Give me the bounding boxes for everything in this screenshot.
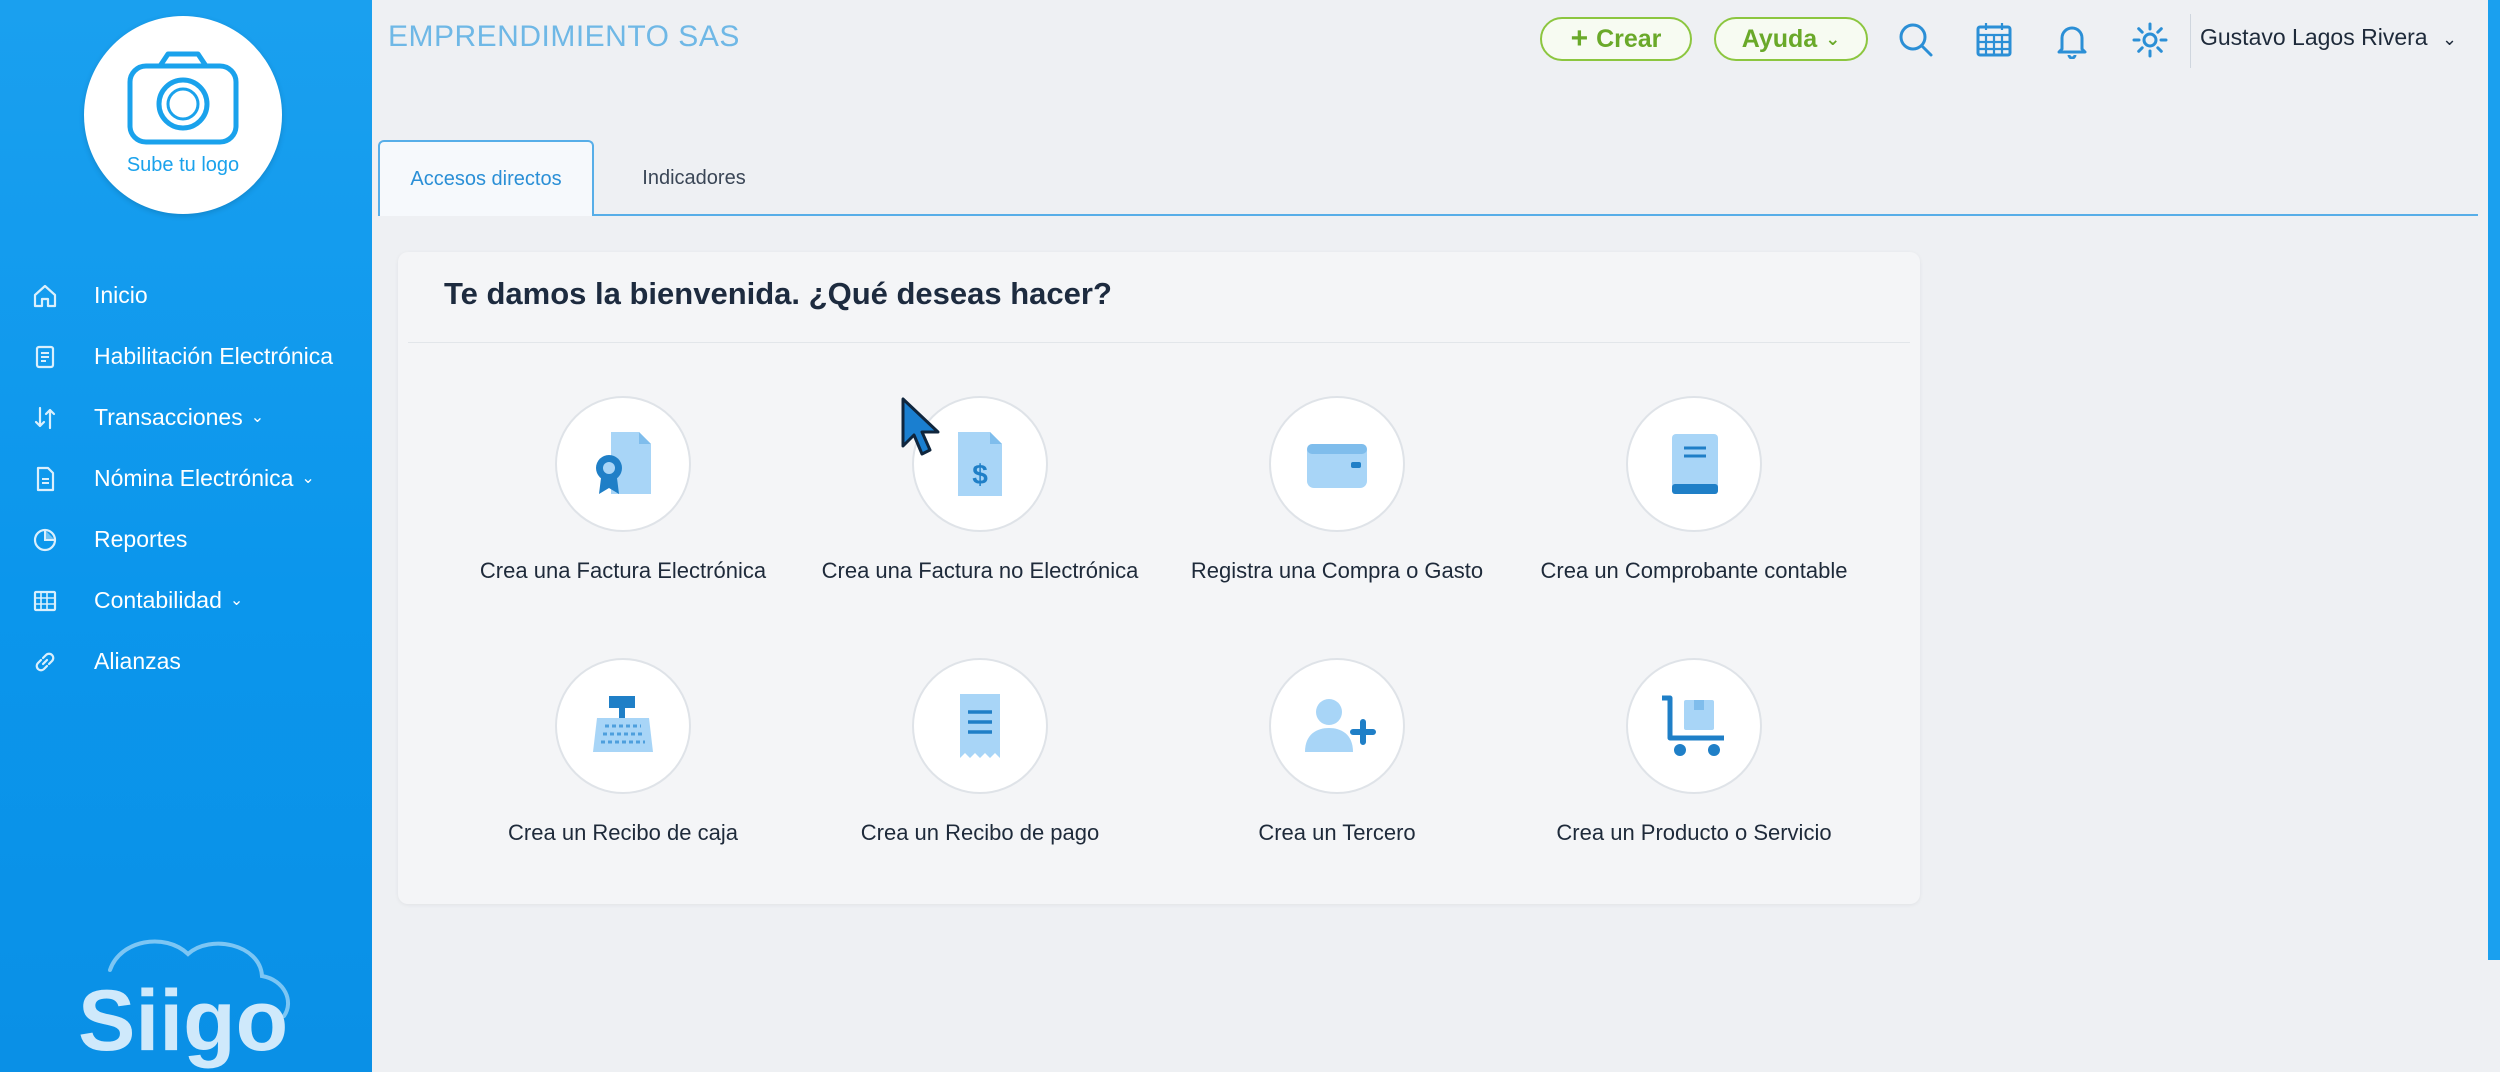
action-payment-receipt[interactable]: Crea un Recibo de pago bbox=[820, 658, 1140, 849]
siigo-logo: Siigo bbox=[70, 930, 300, 1070]
sidebar-item-nomina[interactable]: Nómina Electrónica ⌄ bbox=[0, 448, 372, 509]
sidebar-item-label: Reportes bbox=[94, 526, 188, 552]
accounting-icon bbox=[30, 586, 60, 616]
sidebar-item-label: Inicio bbox=[94, 282, 148, 308]
wallet-icon bbox=[1307, 444, 1367, 488]
action-circle bbox=[1269, 658, 1405, 794]
action-circle bbox=[555, 396, 691, 532]
action-accounting-voucher[interactable]: Crea un Comprobante contable bbox=[1534, 396, 1854, 587]
create-button-label: Crear bbox=[1596, 24, 1662, 53]
logo-upload-text: Sube tu logo bbox=[126, 153, 240, 176]
sidebar: Sube tu logo Inicio Habilitación Electró… bbox=[0, 0, 372, 1072]
bell-icon[interactable] bbox=[2052, 20, 2092, 60]
sidebar-nav: Inicio Habilitación Electrónica Transacc… bbox=[0, 265, 372, 692]
action-third-party[interactable]: Crea un Tercero bbox=[1177, 658, 1497, 849]
sidebar-item-transacciones[interactable]: Transacciones ⌄ bbox=[0, 387, 372, 448]
help-button[interactable]: Ayuda ⌄ bbox=[1714, 17, 1868, 61]
action-circle bbox=[555, 658, 691, 794]
action-circle bbox=[1626, 396, 1762, 532]
scrollbar[interactable] bbox=[2488, 0, 2500, 960]
chevron-down-icon: ⌄ bbox=[2441, 29, 2458, 49]
action-electronic-invoice[interactable]: Crea una Factura Electrónica bbox=[463, 396, 783, 587]
action-label: Crea un Recibo de caja bbox=[508, 820, 738, 845]
payroll-icon bbox=[30, 464, 60, 494]
logo-upload[interactable]: Sube tu logo bbox=[84, 16, 282, 214]
action-circle bbox=[912, 658, 1048, 794]
calendar-icon[interactable] bbox=[1974, 20, 2014, 60]
sidebar-item-label: Transacciones bbox=[94, 404, 243, 430]
action-purchase-expense[interactable]: Registra una Compra o Gasto bbox=[1177, 396, 1497, 587]
user-divider bbox=[2190, 14, 2191, 68]
user-menu[interactable]: Gustavo Lagos Rivera ⌄ bbox=[2200, 24, 2457, 51]
action-circle bbox=[1269, 396, 1405, 532]
accounting-book-icon bbox=[1672, 434, 1718, 494]
action-label: Crea un Comprobante contable bbox=[1540, 558, 1848, 583]
action-label: Crea una Factura Electrónica bbox=[479, 558, 767, 583]
sidebar-item-label: Nómina Electrónica bbox=[94, 465, 294, 491]
sidebar-item-inicio[interactable]: Inicio bbox=[0, 265, 372, 326]
chevron-down-icon: ⌄ bbox=[229, 591, 244, 609]
reports-icon bbox=[30, 525, 60, 555]
chevron-down-icon: ⌄ bbox=[250, 408, 265, 426]
sidebar-item-label: Habilitación Electrónica bbox=[94, 343, 334, 369]
document-icon bbox=[30, 342, 60, 372]
svg-text:$: $ bbox=[972, 459, 988, 490]
sidebar-item-contabilidad[interactable]: Contabilidad ⌄ bbox=[0, 570, 372, 631]
sidebar-item-habilitacion[interactable]: Habilitación Electrónica bbox=[0, 326, 372, 387]
sidebar-item-label: Alianzas bbox=[94, 648, 181, 674]
card-divider bbox=[408, 342, 1910, 343]
sidebar-item-alianzas[interactable]: Alianzas bbox=[0, 631, 372, 692]
search-icon[interactable] bbox=[1896, 20, 1936, 60]
company-name[interactable]: EMPRENDIMIENTO SAS bbox=[388, 20, 740, 54]
add-person-icon bbox=[1305, 699, 1376, 752]
tab-accesos-directos[interactable]: Accesos directos bbox=[378, 140, 594, 216]
user-name: Gustavo Lagos Rivera bbox=[2200, 24, 2428, 50]
electronic-invoice-icon bbox=[596, 432, 651, 494]
action-label: Registra una Compra o Gasto bbox=[1190, 558, 1484, 583]
sidebar-item-reportes[interactable]: Reportes bbox=[0, 509, 372, 570]
welcome-title: Te damos la bienvenida. ¿Qué deseas hace… bbox=[444, 276, 1112, 311]
create-button[interactable]: + Crear bbox=[1540, 17, 1692, 61]
action-non-electronic-invoice[interactable]: $ Crea una Factura no Electrónica bbox=[820, 396, 1140, 587]
receipt-icon bbox=[960, 694, 1000, 758]
plus-icon: + bbox=[1570, 22, 1589, 55]
action-product-service[interactable]: Crea un Producto o Servicio bbox=[1534, 658, 1854, 849]
mouse-cursor-icon bbox=[901, 397, 940, 456]
product-cart-icon bbox=[1662, 695, 1724, 756]
action-label: Crea un Tercero bbox=[1258, 820, 1416, 845]
action-label: Crea un Recibo de pago bbox=[860, 820, 1100, 845]
action-label: Crea una Factura no Electrónica bbox=[821, 558, 1139, 583]
action-circle bbox=[1626, 658, 1762, 794]
brand-logo-text: Siigo bbox=[78, 973, 288, 1069]
tab-indicadores[interactable]: Indicadores bbox=[600, 140, 788, 216]
transactions-icon bbox=[30, 403, 60, 433]
home-icon bbox=[30, 281, 60, 311]
gear-icon[interactable] bbox=[2130, 20, 2170, 60]
chevron-down-icon: ⌄ bbox=[301, 469, 315, 487]
invoice-dollar-icon: $ bbox=[958, 432, 1002, 496]
action-cash-receipt[interactable]: Crea un Recibo de caja bbox=[463, 658, 783, 849]
cash-register-icon bbox=[593, 696, 653, 752]
action-label: Crea un Producto o Servicio bbox=[1556, 820, 1832, 845]
link-icon bbox=[30, 647, 60, 677]
camera-icon bbox=[127, 51, 239, 144]
help-button-label: Ayuda bbox=[1741, 24, 1818, 53]
welcome-card: Te damos la bienvenida. ¿Qué deseas hace… bbox=[398, 252, 1920, 904]
sidebar-item-label: Contabilidad bbox=[94, 587, 222, 613]
chevron-down-icon: ⌄ bbox=[1825, 28, 1841, 49]
